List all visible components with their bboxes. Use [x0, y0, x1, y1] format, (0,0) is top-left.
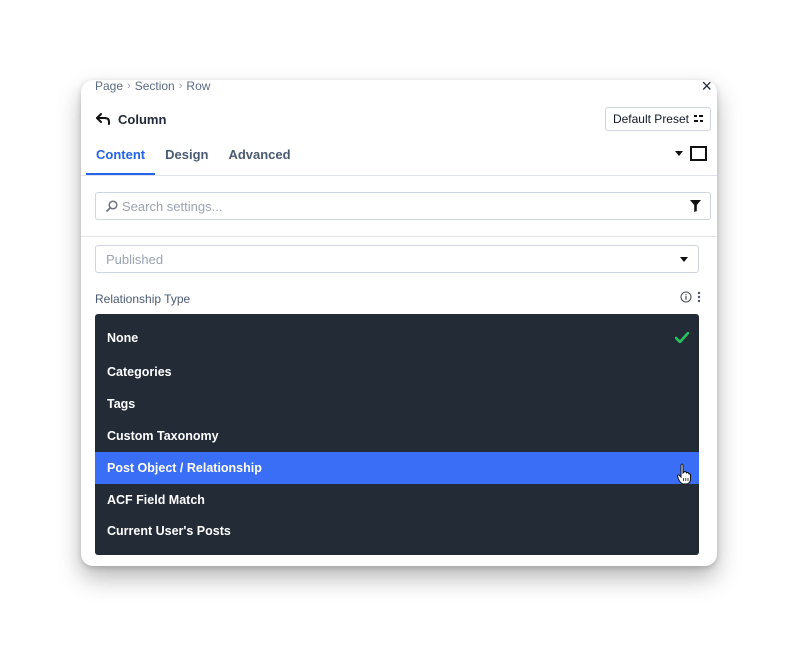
divider	[81, 236, 717, 237]
chevron-right-icon: ›	[127, 80, 131, 92]
option-label: Post Object / Relationship	[107, 461, 262, 475]
panel-header: Column	[95, 111, 166, 127]
breadcrumb-page[interactable]: Page	[95, 80, 123, 93]
chevron-right-icon: ›	[178, 80, 183, 92]
info-icon[interactable]	[680, 291, 692, 303]
tab-design[interactable]: Design	[155, 138, 218, 176]
settings-modal: Page › Section › Row × Column Default Pr…	[81, 80, 717, 566]
preset-label: Default Preset	[612, 112, 689, 126]
breadcrumb-section[interactable]: Section	[135, 80, 175, 93]
option-label: ACF Field Match	[107, 493, 205, 507]
close-icon[interactable]: ×	[701, 80, 712, 95]
option-label: Current User's Posts	[107, 524, 231, 538]
square-icon[interactable]	[690, 146, 707, 161]
breadcrumb: Page › Section › Row	[95, 80, 210, 93]
option-label: Custom Taxonomy	[107, 429, 219, 443]
undo-back-icon[interactable]	[95, 111, 111, 127]
status-select[interactable]: Published	[95, 245, 699, 273]
tab-tools	[675, 146, 707, 161]
caret-down-icon[interactable]	[675, 151, 683, 156]
tab-bar: Content Design Advanced	[86, 138, 301, 176]
option-tags[interactable]: Tags	[95, 388, 699, 420]
preset-grid-icon	[694, 114, 703, 122]
option-label: None	[107, 331, 139, 345]
label-tools	[680, 291, 701, 303]
panel-title: Column	[118, 111, 167, 127]
checkmark-icon	[675, 332, 689, 343]
filter-icon[interactable]	[690, 200, 701, 212]
option-label: Tags	[107, 397, 136, 411]
default-preset-button[interactable]: Default Preset	[604, 107, 711, 131]
search-settings-field[interactable]: Search settings...	[95, 192, 711, 220]
option-categories[interactable]: Categories	[95, 356, 699, 388]
option-acf-field-match[interactable]: ACF Field Match	[95, 484, 699, 516]
search-placeholder: Search settings...	[122, 198, 223, 214]
status-select-value: Published	[106, 251, 164, 267]
tab-content[interactable]: Content	[86, 138, 156, 176]
divider	[81, 175, 717, 176]
relationship-type-dropdown: None Categories Tags Custom Taxonomy Pos…	[95, 314, 699, 555]
search-icon	[106, 200, 118, 212]
option-none[interactable]: None	[95, 322, 699, 354]
breadcrumb-row[interactable]: Row	[186, 80, 210, 93]
option-current-users-posts[interactable]: Current User's Posts	[95, 515, 699, 547]
relationship-type-label: Relationship Type	[95, 292, 191, 306]
chevron-down-icon	[680, 257, 688, 262]
hand-pointer-icon	[677, 463, 691, 485]
option-custom-taxonomy[interactable]: Custom Taxonomy	[95, 420, 699, 452]
option-post-object-relationship[interactable]: Post Object / Relationship	[95, 452, 699, 485]
option-label: Categories	[107, 365, 172, 379]
tab-advanced[interactable]: Advanced	[218, 138, 300, 176]
more-vertical-icon[interactable]	[697, 291, 701, 303]
